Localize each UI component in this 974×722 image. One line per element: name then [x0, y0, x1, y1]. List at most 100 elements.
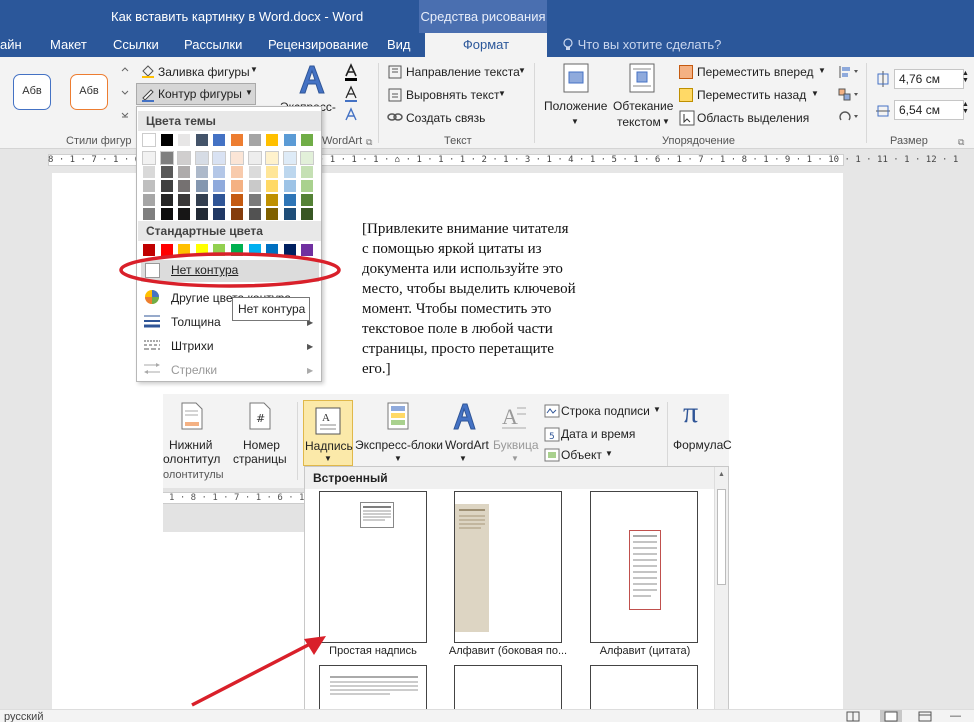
- styles-scroll-icon[interactable]: [120, 65, 130, 123]
- tab-references[interactable]: Ссылки: [113, 37, 159, 52]
- shape-outline-button[interactable]: Контур фигуры ▼: [136, 83, 256, 105]
- theme-color-swatch[interactable]: [195, 194, 208, 206]
- theme-color-swatch[interactable]: [266, 180, 279, 192]
- theme-color-swatch[interactable]: [231, 134, 243, 146]
- theme-color-swatch[interactable]: [195, 166, 208, 178]
- chevron-down-icon[interactable]: ▼: [511, 454, 519, 463]
- theme-color-swatch[interactable]: [142, 151, 156, 165]
- theme-color-swatch[interactable]: [178, 194, 191, 206]
- shape-height-input[interactable]: 4,76 см: [894, 69, 964, 89]
- selection-pane-button[interactable]: Область выделения: [697, 111, 809, 125]
- theme-color-swatch[interactable]: [301, 194, 314, 206]
- gallery-scrollbar[interactable]: ▲: [714, 467, 728, 722]
- wordart-button[interactable]: WordArt: [445, 438, 489, 452]
- standard-color-swatch[interactable]: [301, 244, 314, 256]
- theme-color-swatch[interactable]: [160, 134, 173, 146]
- theme-color-swatch[interactable]: [266, 134, 279, 146]
- tab-file-partial[interactable]: айн: [0, 37, 22, 52]
- theme-color-swatch[interactable]: [195, 208, 208, 220]
- theme-color-swatch[interactable]: [247, 151, 262, 165]
- create-link-button[interactable]: Создать связь: [406, 111, 485, 125]
- theme-color-swatch[interactable]: [248, 194, 261, 206]
- rotate-icon[interactable]: [838, 110, 860, 124]
- theme-color-swatch[interactable]: [230, 151, 244, 165]
- align-text-button[interactable]: Выровнять текст: [406, 88, 499, 102]
- theme-color-swatch[interactable]: [301, 180, 314, 192]
- chevron-down-icon[interactable]: ▼: [518, 66, 526, 75]
- theme-color-swatch[interactable]: [301, 208, 314, 220]
- align-objects-icon[interactable]: [838, 65, 860, 79]
- wrap-text-line2[interactable]: текстом: [617, 115, 661, 129]
- chevron-down-icon[interactable]: ▼: [811, 89, 819, 98]
- theme-color-swatch[interactable]: [283, 134, 296, 146]
- chevron-down-icon[interactable]: ▼: [250, 65, 258, 74]
- gallery-item-simple-textbox[interactable]: [319, 491, 427, 643]
- dropcap-button[interactable]: Буквица: [493, 438, 539, 452]
- theme-color-swatch[interactable]: [213, 134, 226, 146]
- theme-color-swatch[interactable]: [143, 166, 155, 178]
- standard-color-swatch[interactable]: [231, 244, 243, 256]
- standard-color-swatch[interactable]: [283, 244, 296, 256]
- text-fill-icon[interactable]: [343, 63, 359, 81]
- theme-color-swatch[interactable]: [231, 194, 243, 206]
- standard-color-swatch[interactable]: [143, 244, 155, 256]
- standard-color-swatch[interactable]: [178, 244, 191, 256]
- theme-color-swatch[interactable]: [212, 151, 227, 165]
- theme-color-swatch[interactable]: [213, 194, 226, 206]
- tab-mailings[interactable]: Рассылки: [184, 37, 242, 52]
- theme-color-swatch[interactable]: [265, 151, 280, 165]
- chevron-down-icon[interactable]: ▼: [394, 454, 402, 463]
- page-number-line2[interactable]: страницы: [233, 452, 287, 466]
- formula-button[interactable]: Формула: [673, 438, 723, 452]
- theme-color-swatch[interactable]: [283, 208, 296, 220]
- chevron-down-icon[interactable]: ▼: [498, 89, 506, 98]
- theme-color-swatch[interactable]: [282, 151, 297, 165]
- theme-color-swatch[interactable]: [159, 151, 174, 165]
- date-time-button[interactable]: Дата и время: [561, 427, 635, 441]
- print-layout-icon[interactable]: [880, 710, 902, 722]
- theme-color-swatch[interactable]: [213, 180, 226, 192]
- dashes-item[interactable]: Штрихи: [171, 339, 214, 353]
- object-button[interactable]: Объект: [561, 448, 602, 462]
- height-spin-icon[interactable]: ▲ ▼: [962, 70, 969, 84]
- bring-forward-button[interactable]: Переместить вперед: [697, 65, 813, 79]
- theme-color-swatch[interactable]: [266, 194, 279, 206]
- theme-color-swatch[interactable]: [195, 134, 208, 146]
- theme-color-swatch[interactable]: [301, 166, 314, 178]
- theme-color-swatch[interactable]: [160, 208, 173, 220]
- theme-color-swatch[interactable]: [213, 208, 226, 220]
- theme-color-swatch[interactable]: [231, 166, 243, 178]
- standard-color-swatch[interactable]: [266, 244, 279, 256]
- theme-color-swatch[interactable]: [248, 180, 261, 192]
- quick-parts-button[interactable]: Экспресс-блоки: [355, 438, 443, 452]
- theme-color-swatch[interactable]: [178, 180, 191, 192]
- read-mode-icon[interactable]: [846, 711, 860, 722]
- theme-color-swatch[interactable]: [143, 194, 155, 206]
- theme-color-swatch[interactable]: [142, 133, 156, 147]
- text-effects-icon[interactable]: [343, 107, 359, 123]
- scroll-thumb[interactable]: [717, 489, 726, 585]
- theme-color-swatch[interactable]: [143, 180, 155, 192]
- theme-color-swatch[interactable]: [194, 151, 209, 165]
- shape-style-orange[interactable]: Абв: [70, 74, 108, 110]
- theme-color-swatch[interactable]: [195, 180, 208, 192]
- shape-fill-button[interactable]: Заливка фигуры: [158, 65, 250, 79]
- tab-format[interactable]: Формат: [425, 33, 547, 57]
- tell-me-search[interactable]: Что вы хотите сделать?: [562, 37, 721, 52]
- wordart-a-icon[interactable]: [296, 63, 326, 95]
- no-outline-item[interactable]: Нет контура: [141, 260, 319, 282]
- theme-color-swatch[interactable]: [231, 180, 243, 192]
- send-backward-button[interactable]: Переместить назад: [697, 88, 806, 102]
- theme-color-swatch[interactable]: [213, 166, 226, 178]
- theme-color-swatch[interactable]: [283, 166, 296, 178]
- theme-color-swatch[interactable]: [178, 166, 191, 178]
- group-objects-icon[interactable]: [838, 88, 860, 102]
- theme-color-swatch[interactable]: [266, 208, 279, 220]
- symbol-button-partial[interactable]: С: [723, 438, 732, 452]
- pull-quote-textbox[interactable]: [Привлеките внимание читателя с помощью …: [362, 219, 612, 379]
- dialog-launcher-icon[interactable]: ⧉: [366, 137, 372, 148]
- theme-color-swatch[interactable]: [248, 134, 261, 146]
- standard-color-swatch[interactable]: [160, 244, 173, 256]
- theme-color-swatch[interactable]: [160, 180, 173, 192]
- chevron-down-icon[interactable]: ▼: [459, 454, 467, 463]
